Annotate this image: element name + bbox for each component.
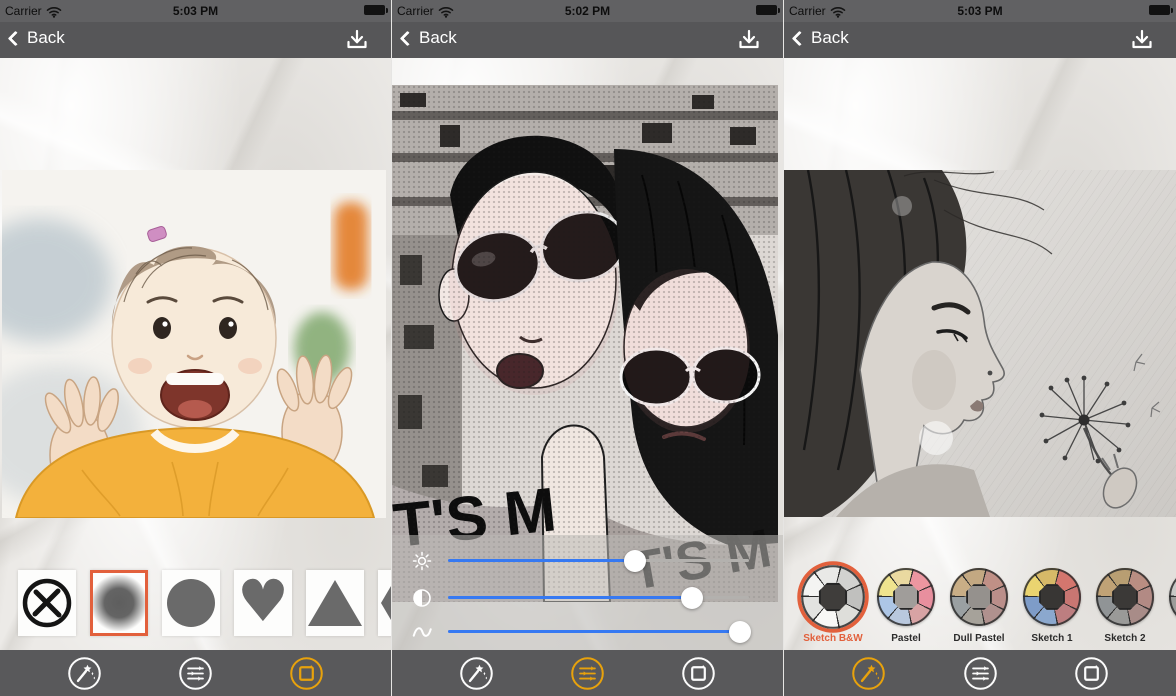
back-chevron-icon [792, 31, 808, 47]
filter-wheel-preview [877, 568, 935, 626]
frame-mask-icon[interactable] [288, 655, 325, 692]
status-bar: Carrier 5:03 PM [0, 0, 391, 22]
back-chevron-icon [8, 31, 24, 47]
shape-tile-heart[interactable]: ♥ [234, 570, 292, 636]
circle-mask [167, 579, 215, 627]
brightness-sun-icon [411, 550, 433, 572]
filter-label: Sketch 2 [1085, 633, 1165, 644]
back-label: Back [811, 28, 849, 48]
shape-tile-triangle[interactable] [306, 570, 364, 636]
effects-wand-icon[interactable] [66, 655, 103, 692]
filter-wheel-preview [1096, 568, 1154, 626]
heart-mask: ♥ [237, 572, 289, 630]
editor-body: Sketch B&W Pastel Dull Pastel [784, 58, 1176, 650]
baby-sketch-photo [2, 170, 386, 518]
filter-thumb-sketch-2[interactable]: Sketch 2 [1096, 568, 1154, 644]
editor-body: ♥ [0, 58, 391, 650]
filter-wheel-preview [801, 565, 865, 629]
back-label: Back [419, 28, 457, 48]
filter-thumb-dull-pastel[interactable]: Dull Pastel [950, 568, 1008, 644]
app-screenshots-strip: Carrier 5:03 PM Back [0, 0, 1176, 696]
nav-bar: Back [392, 22, 783, 58]
adjust-sliders-icon[interactable] [177, 655, 214, 692]
filter-wheel-center [818, 582, 847, 611]
hexagon-mask [381, 580, 392, 626]
status-bar: Carrier 5:03 PM [784, 0, 1176, 22]
filter-wheel-preview [950, 568, 1008, 626]
filter-wheel-center [893, 584, 920, 611]
back-label: Back [27, 28, 65, 48]
frame-mask-icon[interactable] [1073, 655, 1110, 692]
filter-label: Sketch B&W [793, 633, 873, 644]
contrast-icon [411, 587, 433, 609]
shape-tile-hexagon[interactable] [378, 570, 392, 636]
smoothing-slider-row [392, 619, 783, 645]
battery-icon [364, 5, 385, 15]
panel-filters: Carrier 5:03 PM Back [784, 0, 1176, 696]
status-bar: Carrier 5:02 PM [392, 0, 783, 22]
slider-knob[interactable] [624, 550, 646, 572]
adjustment-panel [392, 535, 783, 650]
triangle-mask [308, 580, 362, 626]
filter-wheel-center [966, 584, 993, 611]
adjust-sliders-icon[interactable] [962, 655, 999, 692]
soft-circle-mask [93, 575, 145, 631]
curve-wave-icon [411, 621, 433, 643]
panel-shape-mask: Carrier 5:03 PM Back [0, 0, 392, 696]
dandelion-sketch-photo [784, 170, 1176, 517]
filter-thumb-sketch-bw[interactable]: Sketch B&W [804, 568, 862, 644]
nav-bar: Back [784, 22, 1176, 58]
filter-wheel-preview [1023, 568, 1081, 626]
effects-wand-icon[interactable] [850, 655, 887, 692]
download-icon[interactable] [346, 29, 368, 50]
status-time: 5:02 PM [392, 4, 783, 18]
effects-wand-icon[interactable] [458, 655, 495, 692]
filter-thumb-partial[interactable] [1169, 568, 1176, 644]
frame-mask-icon[interactable] [680, 655, 717, 692]
slider-fill [448, 559, 635, 562]
status-time: 5:03 PM [0, 4, 391, 18]
brightness-slider-row [392, 548, 783, 574]
filter-label: Pastel [866, 633, 946, 644]
smoothing-slider[interactable] [448, 630, 749, 633]
back-button[interactable]: Back [10, 28, 65, 48]
adjust-sliders-icon[interactable] [569, 655, 606, 692]
download-icon[interactable] [1131, 29, 1153, 50]
slider-fill [448, 596, 692, 599]
download-icon[interactable] [738, 29, 760, 50]
bottom-toolbar [0, 650, 391, 696]
selfie-halftone-photo: T'S M T'S M [392, 85, 778, 602]
bottom-toolbar [784, 650, 1176, 696]
shape-mask-picker: ♥ [18, 570, 392, 636]
back-button[interactable]: Back [794, 28, 849, 48]
slider-knob[interactable] [729, 621, 751, 643]
shape-tile-circle[interactable] [162, 570, 220, 636]
nav-bar: Back [0, 22, 391, 58]
status-time: 5:03 PM [784, 4, 1176, 18]
shape-tile-no-mask[interactable] [18, 570, 76, 636]
filter-label: Dull Pastel [939, 633, 1019, 644]
back-button[interactable]: Back [402, 28, 457, 48]
filter-wheel-center [1112, 584, 1139, 611]
contrast-slider-row [392, 585, 783, 611]
shape-tile-soft-circle[interactable] [90, 570, 148, 636]
filter-thumb-pastel[interactable]: Pastel [877, 568, 935, 644]
panel-adjustments: Carrier 5:02 PM Back [392, 0, 784, 696]
slider-knob[interactable] [681, 587, 703, 609]
filter-picker: Sketch B&W Pastel Dull Pastel [804, 568, 1176, 644]
bottom-toolbar [392, 650, 783, 696]
battery-icon [1149, 5, 1170, 15]
filter-wheel-center [1039, 584, 1066, 611]
slider-fill [448, 630, 740, 633]
brightness-slider[interactable] [448, 559, 749, 562]
editor-body: T'S M T'S M [392, 58, 783, 650]
filter-wheel-preview [1169, 568, 1176, 626]
back-chevron-icon [400, 31, 416, 47]
filter-label: Sketch 1 [1012, 633, 1092, 644]
contrast-slider[interactable] [448, 596, 749, 599]
battery-icon [756, 5, 777, 15]
filter-thumb-sketch-1[interactable]: Sketch 1 [1023, 568, 1081, 644]
